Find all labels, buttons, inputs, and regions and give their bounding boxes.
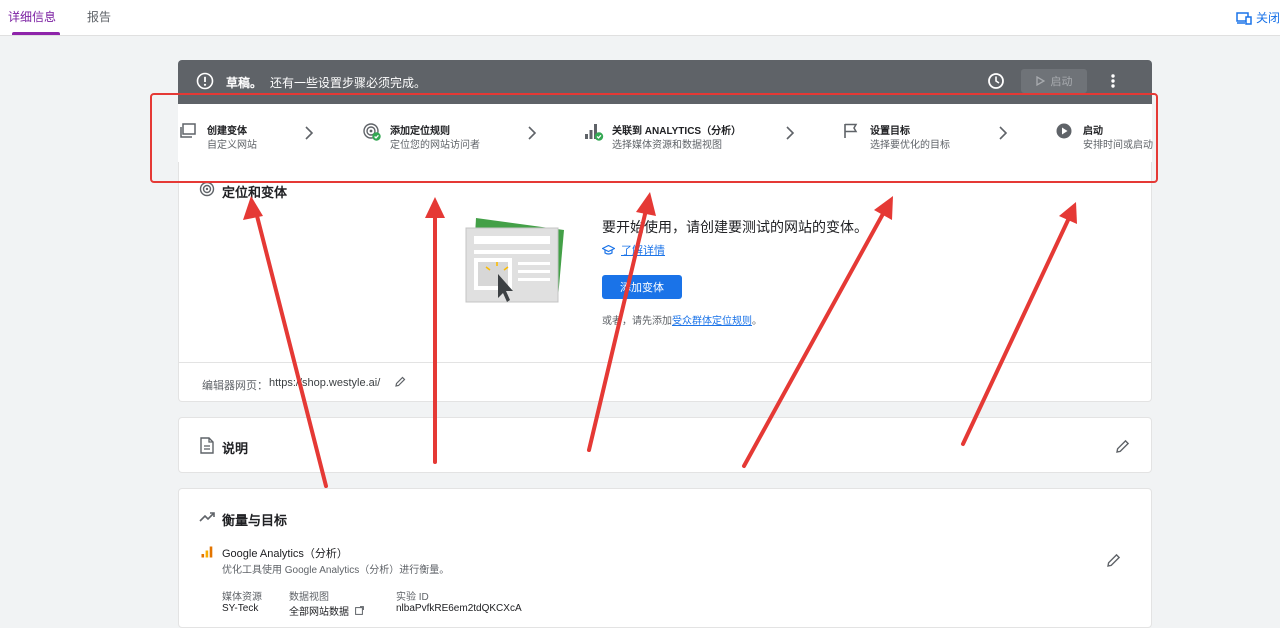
setup-stepper: 创建变体 自定义网站 添加定位规则 定位您的网站访问者 关联到 ANALYTIC… bbox=[178, 104, 1153, 162]
step-title: 关联到 ANALYTICS（分析） bbox=[612, 126, 742, 137]
card-title: 衡量与目标 bbox=[222, 513, 288, 528]
play-circle-icon bbox=[1056, 123, 1072, 139]
property-value: SY-Teck bbox=[222, 603, 259, 614]
draft-message: 还有一些设置步骤必须完成。 bbox=[270, 76, 427, 90]
learn-more-link[interactable]: 了解详情 bbox=[602, 242, 665, 258]
school-icon bbox=[602, 245, 615, 255]
view-value-text: 全部网站数据 bbox=[289, 607, 349, 618]
launch-button[interactable]: 启动 bbox=[1021, 69, 1087, 93]
card-title: 说明 bbox=[222, 441, 249, 456]
experiment-id-value: nlbaPvfkRE6em2tdQKCXcA bbox=[396, 603, 522, 614]
add-variant-button[interactable]: 添加变体 bbox=[602, 275, 682, 299]
more-vert-icon[interactable] bbox=[1109, 72, 1117, 90]
chevron-right-icon bbox=[528, 126, 537, 140]
top-bar: 详细信息 报告 关闭 bbox=[0, 0, 1280, 36]
draft-banner: 草稿。 还有一些设置步骤必须完成。 启动 bbox=[178, 60, 1152, 104]
close-link[interactable]: 关闭 bbox=[1236, 9, 1280, 26]
view-label: 数据视图 bbox=[289, 592, 329, 603]
devices-icon bbox=[1236, 11, 1252, 25]
editor-page-row: 编辑器网页： https://shop.westyle.ai/ bbox=[179, 362, 1151, 401]
hint-suffix: 。 bbox=[752, 316, 762, 327]
launch-label: 启动 bbox=[1050, 76, 1073, 88]
play-icon bbox=[1035, 76, 1045, 86]
analytics-check-icon bbox=[585, 124, 604, 141]
targeting-hint: 或者，请先添加受众群体定位规则。 bbox=[602, 312, 762, 327]
chevron-right-icon bbox=[786, 126, 795, 140]
chevron-right-icon bbox=[999, 126, 1008, 140]
draft-status: 草稿。 bbox=[226, 76, 263, 90]
step-subtitle: 安排时间或启动 bbox=[1083, 140, 1153, 151]
target-icon bbox=[199, 181, 215, 197]
description-card: 说明 bbox=[178, 417, 1152, 473]
schedule-icon[interactable] bbox=[987, 72, 1005, 90]
audience-targeting-link[interactable]: 受众群体定位规则 bbox=[672, 316, 752, 327]
step-title: 创建变体 bbox=[207, 126, 247, 137]
hint-prefix: 或者，请先添加 bbox=[602, 316, 672, 327]
edit-pencil-icon[interactable] bbox=[394, 376, 406, 388]
editor-page-label: 编辑器网页： bbox=[202, 380, 268, 392]
analytics-description: 优化工具使用 Google Analytics（分析）进行衡量。 bbox=[222, 565, 450, 576]
edit-pencil-icon[interactable] bbox=[1115, 439, 1130, 454]
trending-up-icon bbox=[199, 512, 215, 522]
edit-pencil-icon[interactable] bbox=[1106, 553, 1121, 568]
variants-icon bbox=[180, 123, 196, 138]
step-title: 设置目标 bbox=[870, 126, 910, 137]
step-subtitle: 自定义网站 bbox=[207, 140, 257, 151]
step-subtitle: 选择要优化的目标 bbox=[870, 140, 950, 151]
step-subtitle: 选择媒体资源和数据视图 bbox=[612, 140, 722, 151]
step-subtitle: 定位您的网站访问者 bbox=[390, 140, 480, 151]
analytics-title: Google Analytics（分析） bbox=[222, 548, 348, 560]
learn-more-label: 了解详情 bbox=[621, 245, 665, 257]
tab-reports[interactable]: 报告 bbox=[87, 0, 111, 35]
target-check-icon bbox=[363, 123, 381, 141]
chevron-right-icon bbox=[305, 126, 314, 140]
google-analytics-icon bbox=[201, 546, 213, 558]
flag-icon bbox=[844, 123, 858, 138]
get-started-message: 要开始使用，请创建要测试的网站的变体。 bbox=[602, 219, 868, 235]
editor-page-url: https://shop.westyle.ai/ bbox=[269, 377, 381, 389]
card-title: 定位和变体 bbox=[222, 185, 288, 200]
document-icon bbox=[200, 437, 214, 454]
step-title: 启动 bbox=[1083, 126, 1103, 137]
measurement-card: 衡量与目标 Google Analytics（分析） 优化工具使用 Google… bbox=[178, 488, 1152, 628]
close-label: 关闭 bbox=[1255, 11, 1280, 25]
targeting-variants-card: 定位和变体 要开始使用，请创建要测试的网站的变体。 了解详情 添加变体 或者，请… bbox=[178, 162, 1152, 402]
step-title: 添加定位规则 bbox=[390, 126, 450, 137]
property-label: 媒体资源 bbox=[222, 592, 262, 603]
tab-details[interactable]: 详细信息 bbox=[8, 0, 61, 35]
alert-icon bbox=[196, 72, 214, 90]
experiment-id-label: 实验 ID bbox=[396, 592, 429, 603]
variant-illustration bbox=[465, 218, 564, 303]
